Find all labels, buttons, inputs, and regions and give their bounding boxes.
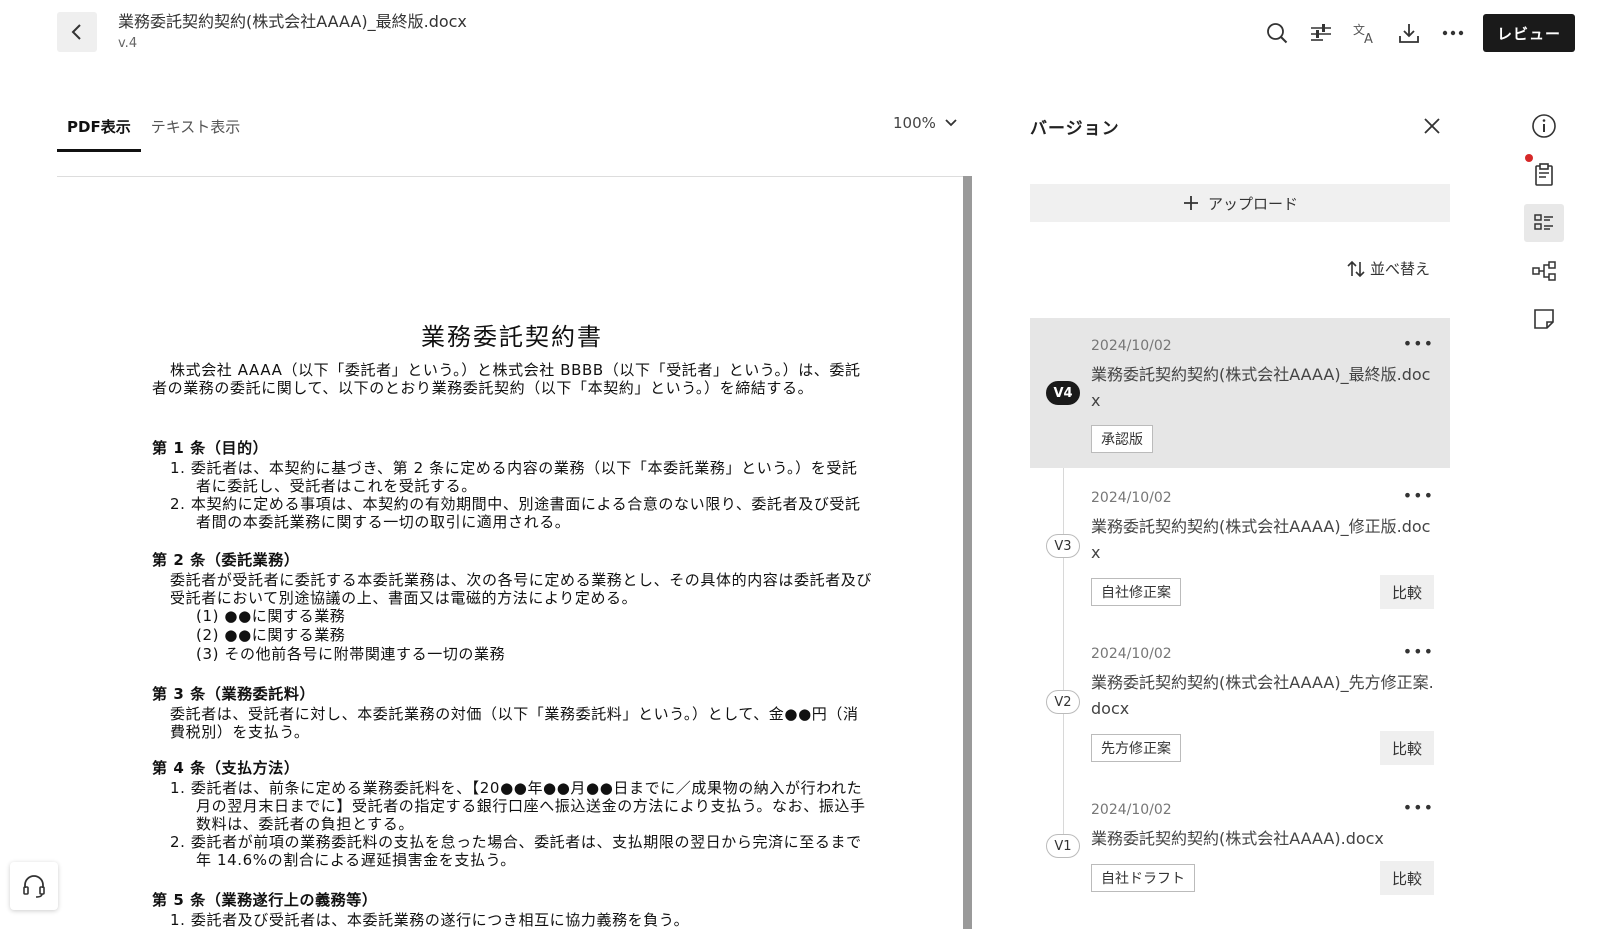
sort-icon (1347, 260, 1365, 277)
tab-pdf[interactable]: PDF表示 (57, 110, 141, 152)
sort-label: 並べ替え (1370, 260, 1431, 278)
version-name: 業務委託契約契約(株式会社AAAA)_先方修正案.docx (1091, 673, 1434, 718)
sort-button[interactable]: 並べ替え (1346, 258, 1430, 279)
version-date: 2024/10/02 (1091, 338, 1172, 354)
zoom-value: 100% (893, 114, 936, 132)
compare-button[interactable]: 比較 (1380, 861, 1434, 895)
document-heading: 業務委託契約書 (421, 323, 603, 351)
article-1-title: 第 1 条（目的） (152, 439, 269, 457)
version-date: 2024/10/02 (1091, 490, 1172, 506)
info-icon[interactable] (1524, 107, 1564, 145)
version-date: 2024/10/02 (1091, 646, 1172, 662)
list-icon[interactable] (1524, 204, 1564, 242)
version-name: 業務委託契約契約(株式会社AAAA).docx (1091, 829, 1384, 848)
version-badge: V2 (1046, 690, 1080, 714)
close-panel-button[interactable] (1418, 112, 1446, 140)
flow-icon[interactable] (1524, 252, 1564, 290)
search-icon[interactable] (1255, 15, 1299, 51)
version-date: 2024/10/02 (1091, 802, 1172, 818)
version-item-v1[interactable]: V1 2024/10/02 ••• 業務委託契約契約(株式会社AAAA).doc… (1030, 782, 1450, 902)
article-2-body: 委託者が受託者に委託する本委託業務は、次の各号に定める業務とし、その具体的内容は… (170, 571, 873, 607)
viewer-scrollbar[interactable] (963, 176, 972, 929)
article-5-title: 第 5 条（業務遂行上の義務等） (152, 891, 378, 909)
article-2-item-3: (3) その他前各号に附帯関連する一切の業務 (196, 645, 506, 663)
note-icon[interactable] (1524, 300, 1564, 338)
back-button[interactable] (57, 12, 97, 52)
article-4-item-1: 1. 委託者は、前条に定める業務委託料を、【20●●年●●月●●日までに／成果物… (170, 779, 866, 833)
document-viewer[interactable]: 業務委託契約書 株式会社 AAAA（以下「委託者」という。）と株式会社 BBBB… (57, 176, 969, 929)
intro-paragraph: 株式会社 AAAA（以下「委託者」という。）と株式会社 BBBB（以下「受託者」… (152, 361, 861, 397)
view-tabs: PDF表示 テキスト表示 (57, 110, 250, 152)
download-icon[interactable] (1387, 15, 1431, 51)
chevron-down-icon (945, 119, 957, 127)
svg-text:A: A (1364, 32, 1373, 45)
document-version: v.4 (118, 36, 138, 51)
toolbar: 文A レビュー (1255, 14, 1575, 52)
close-icon (1424, 118, 1440, 134)
version-item-v2[interactable]: V2 2024/10/02 ••• 業務委託契約契約(株式会社AAAA)_先方修… (1030, 626, 1450, 776)
zoom-select[interactable]: 100% (893, 114, 958, 132)
version-tag: 自社修正案 (1091, 578, 1181, 606)
article-3-title: 第 3 条（業務委託料） (152, 685, 316, 703)
version-name: 業務委託契約契約(株式会社AAAA)_修正版.docx (1091, 517, 1431, 562)
chevron-left-icon (71, 24, 81, 40)
more-icon[interactable] (1431, 15, 1475, 51)
article-4-item-2: 2. 委託者が前項の業務委託料の支払を怠った場合、委託者は、支払期限の翌日から完… (170, 833, 862, 869)
support-button[interactable] (10, 862, 58, 910)
article-1-item-2: 2. 本契約に定める事項は、本契約の有効期間中、別途書面による合意のない限り、委… (170, 495, 861, 531)
article-3-body: 委託者は、受託者に対し、本委託業務の対価（以下「業務委託料」という。）として、金… (170, 705, 859, 741)
version-tag: 自社ドラフト (1091, 864, 1195, 892)
version-more-icon[interactable]: ••• (1403, 334, 1434, 353)
adjust-icon[interactable] (1299, 15, 1343, 51)
panel-title: バージョン (1030, 119, 1120, 139)
review-button[interactable]: レビュー (1483, 14, 1575, 52)
version-item-v3[interactable]: V3 2024/10/02 ••• 業務委託契約契約(株式会社AAAA)_修正版… (1030, 470, 1450, 620)
version-item-v4[interactable]: V4 2024/10/02 ••• 業務委託契約契約(株式会社AAAA)_最終版… (1030, 318, 1450, 468)
plus-icon (1183, 196, 1198, 210)
document-title: 業務委託契約契約(株式会社AAAA)_最終版.docx (118, 12, 467, 31)
compare-button[interactable]: 比較 (1380, 575, 1434, 609)
article-5-item-1: 1. 委託者及び受託者は、本委託業務の遂行につき相互に協力義務を負う。 (170, 911, 690, 929)
tab-text[interactable]: テキスト表示 (141, 110, 251, 152)
article-2-item-1: (1) ●●に関する業務 (196, 607, 346, 625)
version-tag: 承認版 (1091, 425, 1153, 453)
upload-button[interactable]: アップロード (1030, 184, 1450, 222)
version-tag: 先方修正案 (1091, 734, 1181, 762)
article-1-item-1: 1. 委託者は、本契約に基づき、第 2 条に定める内容の業務（以下「本委託業務」… (170, 459, 858, 495)
compare-button[interactable]: 比較 (1380, 731, 1434, 765)
version-badge: V1 (1046, 834, 1080, 858)
version-name: 業務委託契約契約(株式会社AAAA)_最終版.docx (1091, 365, 1431, 410)
version-badge: V4 (1046, 381, 1080, 405)
headset-icon (23, 875, 45, 898)
version-more-icon[interactable]: ••• (1403, 798, 1434, 817)
version-more-icon[interactable]: ••• (1403, 486, 1434, 505)
version-badge: V3 (1046, 534, 1080, 558)
article-2-item-2: (2) ●●に関する業務 (196, 626, 346, 644)
upload-label: アップロード (1207, 194, 1298, 213)
clipboard-icon[interactable] (1524, 156, 1564, 194)
article-2-title: 第 2 条（委託業務） (152, 551, 300, 569)
article-4-title: 第 4 条（支払方法） (152, 759, 300, 777)
translate-icon[interactable]: 文A (1343, 15, 1387, 51)
version-more-icon[interactable]: ••• (1403, 642, 1434, 661)
